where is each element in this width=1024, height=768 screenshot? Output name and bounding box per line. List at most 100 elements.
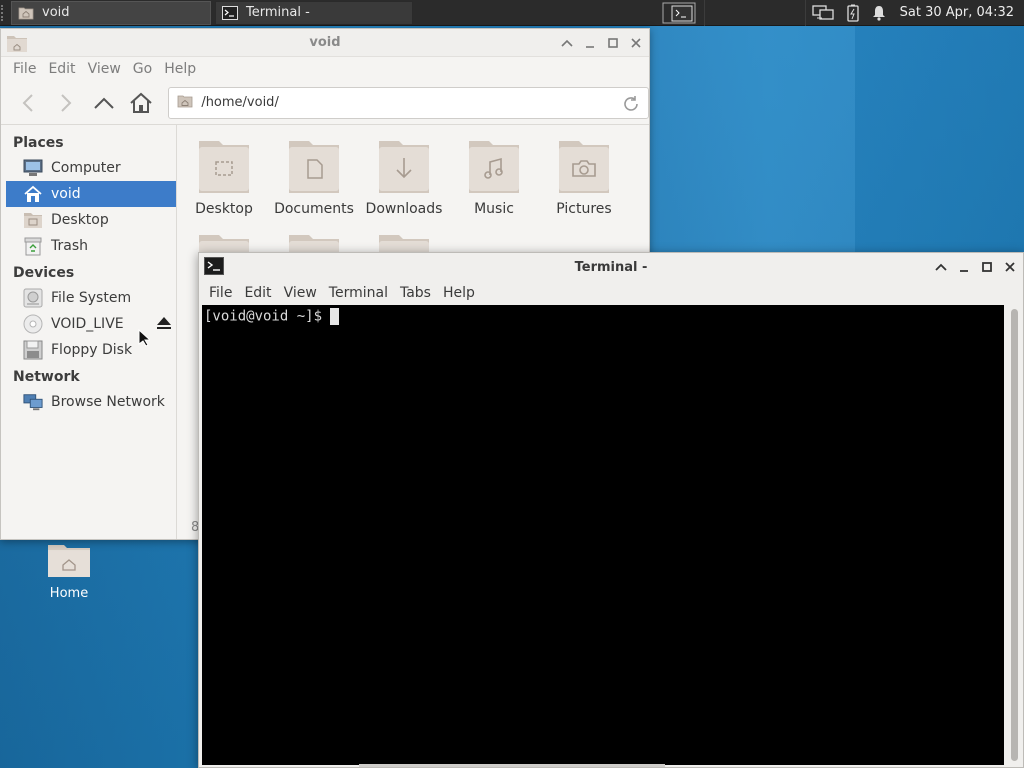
desktop-home-icon[interactable]: Home: [38, 540, 100, 601]
desktop-folder-icon: [23, 210, 43, 230]
terminal-icon: [222, 5, 238, 21]
sidebar-item-label: VOID_LIVE: [51, 316, 124, 332]
sidebar-item-browse-network[interactable]: Browse Network: [1, 389, 176, 415]
eject-icon[interactable]: [156, 316, 172, 334]
sidebar-item-desktop[interactable]: Desktop: [1, 207, 176, 233]
menu-edit[interactable]: Edit: [42, 61, 81, 77]
folder-label: Music: [474, 201, 514, 217]
panel-handle[interactable]: [1, 4, 7, 21]
taskbar-item-label: Terminal -: [246, 5, 310, 20]
folder-icon: [467, 137, 521, 193]
menu-terminal[interactable]: Terminal: [323, 285, 394, 301]
folder-home-icon: [6, 33, 28, 57]
battery-icon[interactable]: [840, 0, 866, 26]
shade-button[interactable]: [560, 36, 574, 50]
network-icon: [23, 392, 43, 412]
terminal-titlebar[interactable]: Terminal -: [199, 253, 1023, 281]
folder-label: Downloads: [365, 201, 443, 217]
tray-empty: [705, 0, 805, 26]
sidebar-item-label: Browse Network: [51, 394, 165, 410]
terminal-scrollbar[interactable]: [1009, 307, 1019, 763]
menu-tabs[interactable]: Tabs: [394, 285, 437, 301]
network-icon[interactable]: [806, 0, 840, 26]
sidebar-item-label: Desktop: [51, 212, 109, 228]
terminal-icon: [204, 257, 224, 279]
window-title: void: [309, 35, 341, 50]
menu-edit[interactable]: Edit: [238, 285, 277, 301]
folder-icon: [197, 137, 251, 193]
reload-icon[interactable]: [622, 95, 640, 117]
resize-grip[interactable]: [359, 764, 665, 767]
mouse-pointer-icon: [138, 328, 152, 351]
shell-prompt: [void@void ~]$: [204, 308, 323, 325]
folder-item-desktop[interactable]: Desktop: [179, 137, 269, 217]
window-title: Terminal -: [574, 259, 648, 275]
folder-label: Pictures: [556, 201, 612, 217]
folder-icon: [557, 137, 611, 193]
taskbar-item-void[interactable]: void: [11, 0, 211, 25]
folder-icon: [287, 137, 341, 193]
location-path: /home/void/: [201, 95, 279, 110]
menu-go[interactable]: Go: [127, 61, 158, 77]
sidebar-header-places: Places: [13, 134, 64, 151]
folder-home-icon: [177, 93, 193, 113]
sidebar-header-network: Network: [13, 368, 80, 385]
back-button[interactable]: [11, 86, 45, 120]
sidebar-header-devices: Devices: [13, 264, 75, 281]
panel-clock[interactable]: Sat 30 Apr, 04:32: [892, 5, 1024, 20]
sidebar-item-label: Computer: [51, 160, 121, 176]
sidebar-item-label: void: [51, 186, 81, 202]
close-button[interactable]: [629, 36, 643, 50]
computer-icon: [23, 158, 43, 178]
workspace-switcher-icon[interactable]: [654, 0, 704, 26]
menu-view[interactable]: View: [82, 61, 127, 77]
drive-icon: [23, 288, 43, 308]
home-button[interactable]: [124, 86, 158, 120]
home-folder-icon: [47, 540, 91, 578]
folder-item-music[interactable]: Music: [449, 137, 539, 217]
folder-label: Documents: [274, 201, 354, 217]
sidebar-item-label: File System: [51, 290, 132, 306]
taskbar-item-label: void: [42, 5, 70, 20]
sidebar-item-void[interactable]: void: [6, 181, 176, 207]
menu-view[interactable]: View: [278, 285, 323, 301]
parent-folder-button[interactable]: [87, 86, 121, 120]
sidebar-item-computer[interactable]: Computer: [1, 155, 176, 181]
floppy-icon: [23, 340, 43, 360]
location-bar[interactable]: /home/void/: [168, 86, 649, 119]
menu-file[interactable]: File: [203, 285, 238, 301]
forward-button[interactable]: [49, 86, 83, 120]
folder-icon: [377, 137, 431, 193]
close-button[interactable]: [1003, 260, 1017, 274]
terminal-output[interactable]: [void@void ~]$: [202, 305, 1004, 765]
sidebar-item-file-system[interactable]: File System: [1, 285, 176, 311]
folder-label: Desktop: [195, 201, 253, 217]
maximize-button[interactable]: [980, 260, 994, 274]
system-tray: Sat 30 Apr, 04:32: [654, 0, 1024, 26]
minimize-button[interactable]: [957, 260, 971, 274]
folder-item-pictures[interactable]: Pictures: [539, 137, 629, 217]
notification-bell-icon[interactable]: [866, 0, 892, 26]
file-manager-titlebar[interactable]: void: [1, 29, 649, 57]
scrollbar-thumb[interactable]: [1011, 309, 1018, 761]
desktop-icon-label: Home: [49, 586, 89, 601]
file-manager-menubar: File Edit View Go Help: [1, 57, 649, 81]
home-icon: [23, 184, 43, 204]
terminal-window: Terminal - File Edit View Terminal Tabs …: [198, 252, 1024, 768]
menu-file[interactable]: File: [7, 61, 42, 77]
sidebar-item-trash[interactable]: Trash: [1, 233, 176, 259]
folder-item-downloads[interactable]: Downloads: [359, 137, 449, 217]
file-manager-toolbar: /home/void/: [1, 81, 649, 125]
folder-item-documents[interactable]: Documents: [269, 137, 359, 217]
menu-help[interactable]: Help: [437, 285, 481, 301]
maximize-button[interactable]: [606, 36, 620, 50]
trash-icon: [23, 236, 43, 256]
terminal-menubar: File Edit View Terminal Tabs Help: [199, 281, 1023, 305]
optical-disc-icon: [23, 314, 43, 334]
minimize-button[interactable]: [583, 36, 597, 50]
menu-help[interactable]: Help: [158, 61, 202, 77]
shade-button[interactable]: [934, 260, 948, 274]
taskbar-item-terminal[interactable]: Terminal -: [215, 0, 413, 25]
top-panel: void Terminal - Sat 30 Apr, 04:32: [0, 0, 1024, 26]
folder-home-icon: [18, 5, 34, 21]
